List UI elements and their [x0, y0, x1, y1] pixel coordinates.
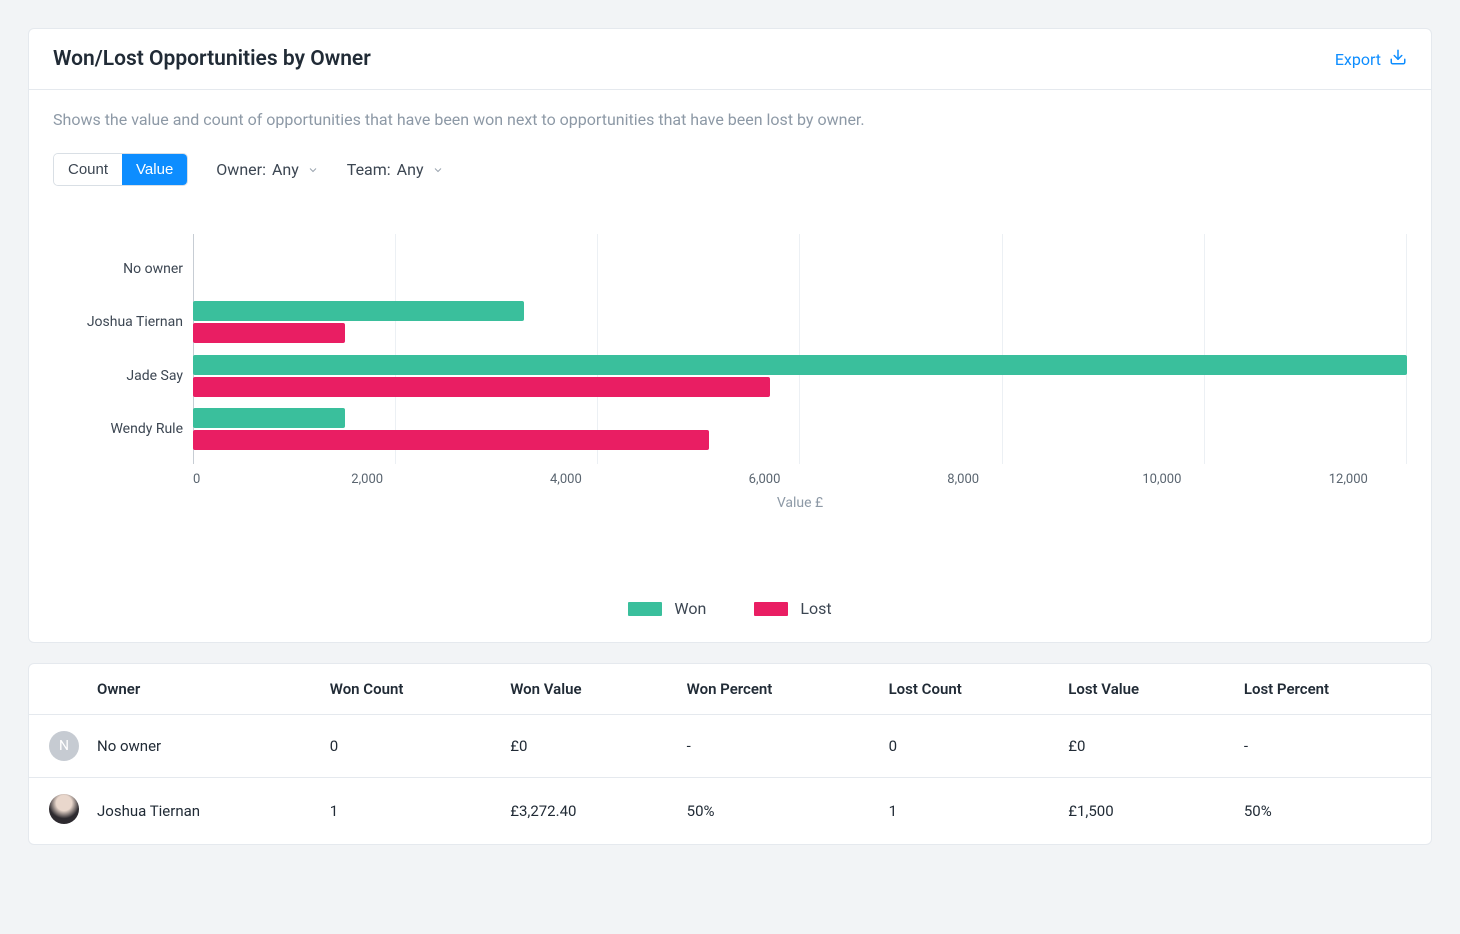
- chart-container: No owner Joshua Tiernan Jade Say Wendy Rule…: [29, 210, 1431, 642]
- owner-filter[interactable]: Owner: Any: [216, 160, 319, 179]
- bar-lost[interactable]: [193, 430, 709, 450]
- owner-filter-label: Owner:: [216, 160, 266, 179]
- export-icon: [1389, 48, 1407, 70]
- export-button[interactable]: Export: [1335, 48, 1407, 70]
- table-cell: Joshua Tiernan: [83, 778, 316, 845]
- chart-row: No owner: [193, 248, 1407, 290]
- x-tick-label: 6,000: [749, 472, 781, 487]
- x-tick-label: 12,000: [1329, 472, 1368, 487]
- avatar: N: [49, 731, 79, 761]
- won-lost-bar-chart: No owner Joshua Tiernan Jade Say Wendy Rule…: [53, 234, 1407, 571]
- chart-category-label: No owner: [123, 261, 183, 277]
- report-description: Shows the value and count of opportuniti…: [29, 90, 1431, 129]
- avatar-cell: N: [29, 715, 83, 778]
- chart-category-label: Joshua Tiernan: [87, 314, 183, 330]
- legend-item-won: Won: [628, 599, 706, 618]
- chart-category-label: Wendy Rule: [110, 421, 183, 437]
- table-cell: £0: [496, 715, 672, 778]
- x-tick-label: 8,000: [947, 472, 979, 487]
- chart-category-label: Jade Say: [126, 368, 183, 384]
- table-cell: No owner: [83, 715, 316, 778]
- toggle-value[interactable]: Value: [122, 154, 187, 185]
- table-header-cell[interactable]: Owner: [83, 664, 316, 715]
- table-header-cell[interactable]: Won Value: [496, 664, 672, 715]
- avatar-cell: [29, 778, 83, 845]
- table-cell: 0: [875, 715, 1055, 778]
- bar-lost[interactable]: [193, 323, 345, 343]
- bar-won[interactable]: [193, 301, 524, 321]
- table-header-cell[interactable]: Lost Count: [875, 664, 1055, 715]
- legend-label-won: Won: [674, 599, 706, 618]
- team-filter-value: Any: [397, 160, 424, 179]
- x-tick-label: 0: [193, 472, 200, 487]
- controls-bar: Count Value Owner: Any Team: Any: [29, 129, 1431, 210]
- data-table: OwnerWon CountWon ValueWon PercentLost C…: [29, 664, 1431, 844]
- table-cell: £1,500: [1054, 778, 1230, 845]
- chevron-down-icon: [432, 161, 444, 173]
- bar-lost[interactable]: [193, 377, 770, 397]
- legend-label-lost: Lost: [800, 599, 831, 618]
- x-tick-label: 4,000: [550, 472, 582, 487]
- team-filter-label: Team:: [347, 160, 391, 179]
- legend-swatch-lost: [754, 602, 788, 616]
- table-cell: -: [1230, 715, 1431, 778]
- chart-x-axis-title: Value £: [193, 495, 1407, 511]
- table-body: NNo owner0£0-0£0-Joshua Tiernan1£3,272.4…: [29, 715, 1431, 845]
- bar-won[interactable]: [193, 355, 1407, 375]
- export-label: Export: [1335, 50, 1381, 69]
- chart-legend: Won Lost: [53, 599, 1407, 618]
- chart-plot-area: No owner Joshua Tiernan Jade Say Wendy Rule: [193, 234, 1407, 464]
- team-filter[interactable]: Team: Any: [347, 160, 444, 179]
- table-header-cell[interactable]: Lost Percent: [1230, 664, 1431, 715]
- table-cell: £0: [1054, 715, 1230, 778]
- x-tick-label: 10,000: [1142, 472, 1181, 487]
- table-header-avatar: [29, 664, 83, 715]
- table-header-cell[interactable]: Won Percent: [673, 664, 875, 715]
- table-cell: -: [673, 715, 875, 778]
- toggle-count[interactable]: Count: [54, 154, 122, 185]
- table-cell: £3,272.40: [496, 778, 672, 845]
- chevron-down-icon: [307, 161, 319, 173]
- table-row[interactable]: NNo owner0£0-0£0-: [29, 715, 1431, 778]
- legend-item-lost: Lost: [754, 599, 831, 618]
- bar-won[interactable]: [193, 408, 345, 428]
- x-tick-label: 2,000: [351, 472, 383, 487]
- count-value-toggle: Count Value: [53, 153, 188, 186]
- table-header-cell[interactable]: Won Count: [316, 664, 496, 715]
- report-title: Won/Lost Opportunities by Owner: [53, 47, 371, 71]
- report-card: Won/Lost Opportunities by Owner Export S…: [28, 28, 1432, 643]
- chart-row: Wendy Rule: [193, 408, 1407, 450]
- avatar: [49, 794, 79, 824]
- table-cell: 1: [875, 778, 1055, 845]
- table-cell: 1: [316, 778, 496, 845]
- chart-row: Joshua Tiernan: [193, 301, 1407, 343]
- chart-row: Jade Say: [193, 355, 1407, 397]
- owner-filter-value: Any: [272, 160, 299, 179]
- chart-x-axis: 0 2,000 4,000 6,000 8,000 10,000 12,000: [193, 472, 1407, 487]
- data-table-card: OwnerWon CountWon ValueWon PercentLost C…: [28, 663, 1432, 845]
- table-row[interactable]: Joshua Tiernan1£3,272.4050%1£1,50050%: [29, 778, 1431, 845]
- table-header-cell[interactable]: Lost Value: [1054, 664, 1230, 715]
- table-header: OwnerWon CountWon ValueWon PercentLost C…: [29, 664, 1431, 715]
- table-cell: 50%: [673, 778, 875, 845]
- table-cell: 0: [316, 715, 496, 778]
- legend-swatch-won: [628, 602, 662, 616]
- chart-rows: No owner Joshua Tiernan Jade Say Wendy Rule: [193, 234, 1407, 464]
- table-cell: 50%: [1230, 778, 1431, 845]
- card-header: Won/Lost Opportunities by Owner Export: [29, 29, 1431, 90]
